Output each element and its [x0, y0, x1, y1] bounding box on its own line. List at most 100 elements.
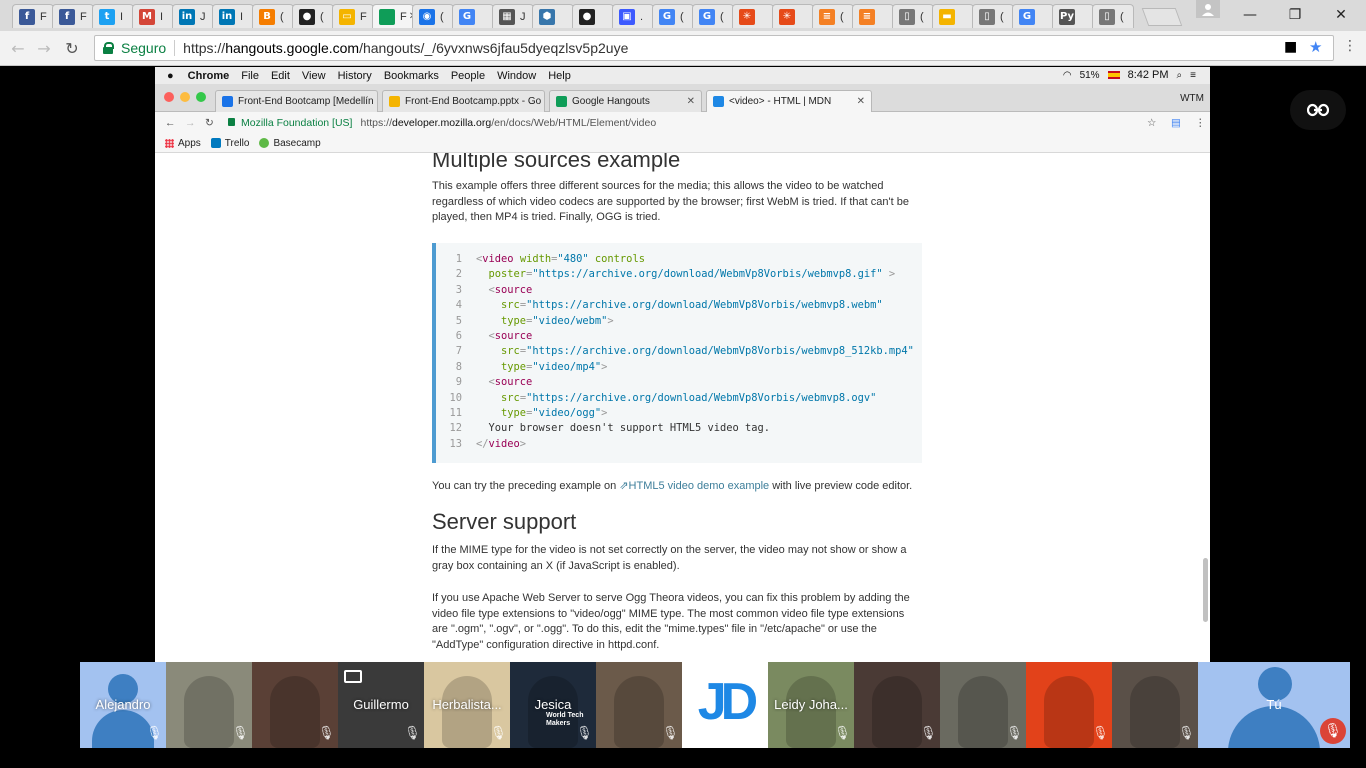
browser-tab[interactable]: ◉(	[412, 4, 454, 28]
browser-tab[interactable]: ≡(	[812, 4, 854, 28]
close-tab-icon[interactable]: ✕	[683, 96, 695, 107]
browser-tab[interactable]: ⬢	[532, 4, 574, 28]
participant-tile[interactable]: 🎙	[166, 662, 252, 748]
address-url[interactable]: https://hangouts.google.com/hangouts/_/6…	[183, 40, 628, 56]
participant-name: Leidy Joha...	[774, 697, 848, 712]
browser-tab[interactable]: fF	[52, 4, 94, 28]
browser-tab[interactable]: ▣.	[612, 4, 654, 28]
translate-icon[interactable]: ▤	[1171, 117, 1181, 129]
self-tile[interactable]: Tú 🎙	[1198, 662, 1350, 748]
bookmark-basecamp[interactable]: Basecamp	[259, 138, 321, 149]
back-button[interactable]: ←	[6, 37, 30, 59]
mac-menu-file[interactable]: File	[241, 70, 259, 82]
share-link-button[interactable]	[1290, 90, 1346, 130]
notification-icon[interactable]: ≡	[1190, 70, 1196, 81]
browser-tab[interactable]: G	[452, 4, 494, 28]
minimize-button[interactable]: —	[1227, 0, 1273, 30]
apple-icon[interactable]: ●	[167, 70, 174, 82]
minimize-dot-icon[interactable]	[180, 92, 190, 102]
bookmark-apps[interactable]: Apps	[165, 138, 201, 149]
menu-icon[interactable]: ⋮	[1343, 38, 1357, 54]
mic-muted-icon[interactable]: 🎙	[1320, 718, 1346, 744]
bookmark-star-icon[interactable]: ☆	[1147, 117, 1156, 129]
browser-tab[interactable]: ▯(	[892, 4, 934, 28]
participant-tile[interactable]: 🎙	[1112, 662, 1198, 748]
camera-icon[interactable]: ■	[1284, 39, 1297, 55]
forward-button[interactable]: →	[32, 37, 56, 59]
browser-tab[interactable]: ▯(	[1092, 4, 1134, 28]
browser-tab[interactable]: ≡	[852, 4, 894, 28]
browser-tab[interactable]: in I	[212, 4, 254, 28]
browser-tab[interactable]: ✳	[732, 4, 774, 28]
zoom-dot-icon[interactable]	[196, 92, 206, 102]
scrollbar-thumb[interactable]	[1203, 558, 1208, 622]
forward-icon[interactable]: →	[185, 117, 196, 129]
participant-tile[interactable]: Leidy Joha... 🎙	[768, 662, 854, 748]
code-token: "https://archive.org/download/WebmVp8Vor…	[526, 345, 914, 358]
participant-tile[interactable]: Alejandro 🎙	[80, 662, 166, 748]
profile-badge[interactable]: WTM	[1180, 93, 1204, 104]
browser-tab[interactable]: in J	[172, 4, 214, 28]
close-dot-icon[interactable]	[164, 92, 174, 102]
mac-menu-window[interactable]: Window	[497, 70, 536, 82]
participant-tile[interactable]: 🎙	[596, 662, 682, 748]
close-tab-icon[interactable]: ✕	[853, 96, 865, 107]
menu-icon[interactable]: ⋮	[1195, 117, 1206, 129]
screen-share-icon	[344, 670, 362, 683]
profile-icon[interactable]	[1196, 0, 1220, 18]
browser-tab[interactable]: B(	[252, 4, 294, 28]
inner-url[interactable]: https://developer.mozilla.org/en/docs/We…	[360, 117, 656, 129]
close-button[interactable]: ✕	[1318, 0, 1364, 30]
participant-tile[interactable]: 🎙	[252, 662, 338, 748]
participant-tile[interactable]: 🎙	[1026, 662, 1112, 748]
browser-tab[interactable]: ●	[572, 4, 614, 28]
browser-tab[interactable]: G(	[692, 4, 734, 28]
participant-tile[interactable]: 🎙	[940, 662, 1026, 748]
inner-tab[interactable]: <video> - HTML | MDN ✕	[706, 90, 872, 112]
browser-tab[interactable]: ▯(	[972, 4, 1014, 28]
mac-menu-people[interactable]: People	[451, 70, 485, 82]
browser-tab[interactable]: Py	[1052, 4, 1094, 28]
browser-tab[interactable]: ▬	[932, 4, 974, 28]
inner-tab[interactable]: Front-End Bootcamp [Medellín✕	[215, 90, 378, 112]
mac-menu-edit[interactable]: Edit	[271, 70, 290, 82]
browser-tab[interactable]: ▭ F	[332, 4, 374, 28]
close-tab-icon[interactable]: ✕	[541, 96, 544, 107]
mac-menu-bookmarks[interactable]: Bookmarks	[384, 70, 439, 82]
inner-tab[interactable]: Google Hangouts ✕	[549, 90, 702, 112]
mac-menu-view[interactable]: View	[302, 70, 326, 82]
spotlight-icon[interactable]: ⌕	[1177, 70, 1183, 81]
demo-link[interactable]: ⇗HTML5 video demo example	[619, 480, 769, 492]
browser-tab[interactable]: G	[1012, 4, 1054, 28]
reload-button[interactable]: ↻	[60, 37, 84, 59]
browser-tab[interactable]: F✕	[372, 4, 414, 28]
menu-app-name[interactable]: Chrome	[188, 70, 230, 82]
line-number: 13	[449, 437, 462, 450]
reload-icon[interactable]: ↻	[205, 117, 214, 129]
browser-tab[interactable]: ▦ J	[492, 4, 534, 28]
address-bar[interactable]: Seguro https://hangouts.google.com/hango…	[94, 35, 1334, 61]
mac-menu-history[interactable]: History	[338, 70, 372, 82]
inner-tab[interactable]: Front-End Bootcamp.pptx - Go✕	[382, 90, 545, 112]
close-tab-icon[interactable]: ✕	[374, 96, 377, 107]
code-line: type="video/mp4">	[476, 361, 607, 376]
browser-tab[interactable]: ✳	[772, 4, 814, 28]
browser-tab[interactable]: MI	[132, 4, 174, 28]
mac-menu-help[interactable]: Help	[548, 70, 571, 82]
participant-tile[interactable]: JD 🎙	[682, 662, 768, 748]
google-icon: G	[459, 8, 475, 25]
participant-tile[interactable]: 🎙	[854, 662, 940, 748]
participant-tile[interactable]: Herbalista... 🎙	[424, 662, 510, 748]
bookmark-trello[interactable]: Trello	[210, 138, 249, 149]
browser-tab[interactable]: G(	[652, 4, 694, 28]
browser-tab[interactable]: ●(	[292, 4, 334, 28]
bookmark-star-icon[interactable]: ★	[1309, 38, 1322, 56]
participant-tile[interactable]: Guillermo 🎙	[338, 662, 424, 748]
browser-tab[interactable]: fF	[12, 4, 54, 28]
participant-tile[interactable]: World Tech Makers Jesica 🎙	[510, 662, 596, 748]
back-icon[interactable]: ←	[165, 117, 176, 129]
document-icon: ▯	[1099, 8, 1115, 25]
restore-button[interactable]: ❐	[1272, 0, 1318, 30]
new-tab-button[interactable]	[1141, 8, 1183, 26]
browser-tab[interactable]: tI	[92, 4, 134, 28]
